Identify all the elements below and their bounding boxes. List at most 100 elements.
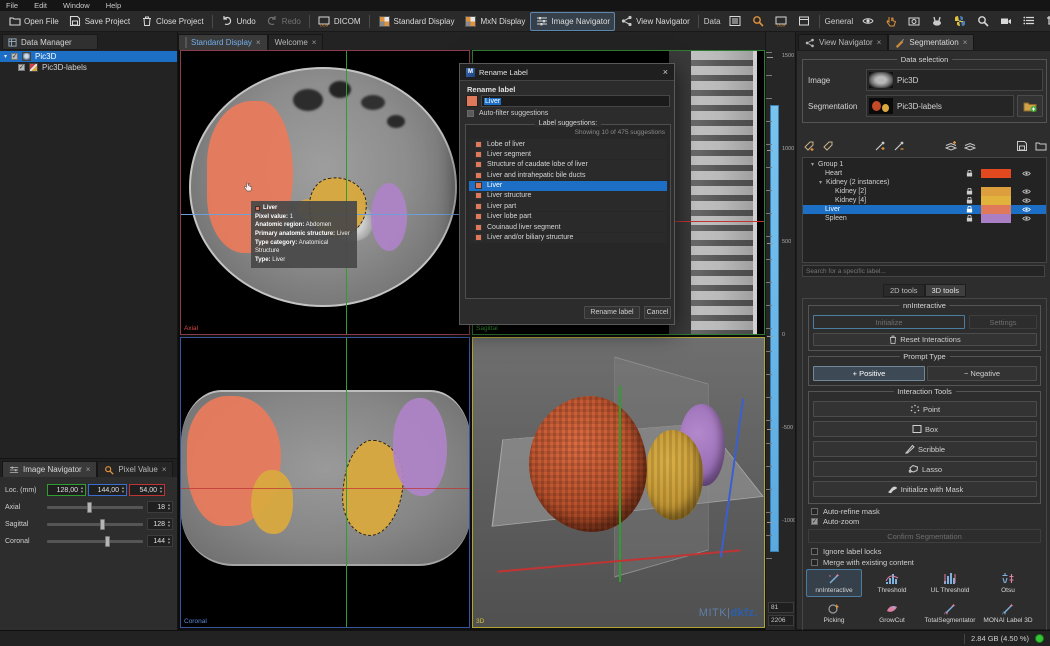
box-tool-button[interactable]: Box xyxy=(813,421,1037,437)
segmentation-selector[interactable]: Pic3D-labels xyxy=(866,95,1014,117)
merge-existing-checkbox[interactable] xyxy=(811,559,818,566)
save-project-button[interactable]: Save Project xyxy=(64,12,135,31)
tab-standard-display[interactable]: Standard Display × xyxy=(178,34,268,50)
sagittal-plane-line[interactable] xyxy=(346,338,347,628)
tab-segmentation[interactable]: Segmentation × xyxy=(888,34,974,50)
autofilter-checkbox[interactable] xyxy=(467,110,474,117)
close-tab-icon[interactable]: × xyxy=(312,38,317,47)
rename-input[interactable]: Liver xyxy=(481,95,670,107)
eye-icon[interactable] xyxy=(1022,170,1031,177)
data-dicom-button[interactable]: DCM xyxy=(770,12,793,31)
tab-image-navigator[interactable]: Image Navigator × xyxy=(2,461,97,477)
label-color-swatch[interactable] xyxy=(981,187,1011,196)
window-value[interactable]: 2206 xyxy=(768,615,794,626)
lock-icon[interactable] xyxy=(966,197,973,204)
reset-interactions-button[interactable]: Reset Interactions xyxy=(813,333,1037,346)
label-color-button[interactable] xyxy=(466,95,478,107)
close-tab-icon[interactable]: × xyxy=(162,465,167,474)
confirm-segmentation-button[interactable]: Confirm Segmentation xyxy=(808,529,1041,543)
lock-icon[interactable] xyxy=(966,188,973,195)
auto-zoom-row[interactable]: Auto-zoom xyxy=(811,517,859,526)
ignore-locks-row[interactable]: Ignore label locks xyxy=(811,547,881,556)
save-labels-icon[interactable] xyxy=(1015,139,1028,152)
label-color-swatch[interactable] xyxy=(981,169,1011,178)
tool-totalsegmentator[interactable]: AI TotalSegmentator xyxy=(922,599,978,627)
data-details-button[interactable] xyxy=(724,12,747,31)
close-tab-icon[interactable]: × xyxy=(963,38,968,47)
data-node-pic3d[interactable]: ▾ ✓ Pic3D xyxy=(0,51,177,62)
label-row-heart[interactable]: Heart xyxy=(803,169,1046,178)
close-tab-icon[interactable]: × xyxy=(256,38,261,47)
add-label-icon[interactable] xyxy=(802,139,815,152)
remove-label-icon[interactable] xyxy=(821,139,834,152)
loc-y-spinbox[interactable]: 144,00 xyxy=(88,484,127,496)
suggestion-item[interactable]: Liver and/or biliary structure xyxy=(469,233,667,243)
close-tab-icon[interactable]: × xyxy=(877,38,882,47)
coronal-slider[interactable] xyxy=(47,540,143,543)
standard-display-button[interactable]: Standard Display xyxy=(373,12,460,31)
data-node-pic3d-labels[interactable]: ✓ Pic3D-labels xyxy=(0,62,177,73)
label-row-kidney-4[interactable]: Kidney [4] xyxy=(803,196,1046,205)
sagittal-slider[interactable] xyxy=(47,523,143,526)
tool-threshold[interactable]: Threshold xyxy=(864,569,920,597)
close-project-button[interactable]: Close Project xyxy=(135,12,209,31)
lasso-tool-button[interactable]: Lasso xyxy=(813,461,1037,477)
data-window-button[interactable] xyxy=(793,12,816,31)
redo-button[interactable]: Redo xyxy=(261,12,306,31)
data-manager-tab[interactable]: Data Manager xyxy=(2,34,98,50)
eye-icon[interactable] xyxy=(1022,197,1031,204)
suggestion-item[interactable]: Liver segment xyxy=(469,149,667,159)
settings-button[interactable]: Settings xyxy=(969,315,1037,329)
axial-value-spinbox[interactable]: 18 xyxy=(147,501,173,513)
label-color-swatch[interactable] xyxy=(981,196,1011,205)
negative-prompt-button[interactable]: − Negative xyxy=(927,366,1037,381)
dicom-button[interactable]: DCM DICOM xyxy=(313,12,366,31)
tab-view-navigator[interactable]: View Navigator × xyxy=(798,34,888,50)
tab-welcome[interactable]: Welcome × xyxy=(268,34,324,50)
tool-growcut[interactable]: GrowCut xyxy=(864,599,920,627)
movie-maker-button[interactable] xyxy=(994,12,1017,31)
tool-ul-threshold[interactable]: UL Threshold xyxy=(922,569,978,597)
suggestion-item[interactable]: Lobe of liver xyxy=(469,139,667,149)
new-segmentation-button[interactable] xyxy=(1017,95,1043,117)
dialog-close-icon[interactable]: × xyxy=(663,67,668,77)
tab-pixel-value[interactable]: Pixel Value × xyxy=(97,461,173,477)
expander-icon[interactable]: ▾ xyxy=(811,161,814,168)
tool-nninteractive[interactable]: nnInteractive xyxy=(806,569,862,597)
cancel-button[interactable]: Cancel xyxy=(644,306,671,319)
sagittal-plane-line[interactable] xyxy=(346,51,347,335)
label-color-swatch[interactable] xyxy=(981,205,1011,214)
remove-label-instance-icon[interactable] xyxy=(892,139,905,152)
point-tool-button[interactable]: Point xyxy=(813,401,1037,417)
lock-icon[interactable] xyxy=(966,215,973,222)
auto-refine-row[interactable]: Auto-refine mask xyxy=(811,507,880,516)
python-console-button[interactable] xyxy=(948,12,971,31)
log-button[interactable] xyxy=(1017,12,1040,31)
suggestion-item[interactable]: Liver structure xyxy=(469,191,667,201)
ignore-locks-checkbox[interactable] xyxy=(811,548,818,555)
mxn-display-button[interactable]: MxN Display xyxy=(459,12,530,31)
menu-file[interactable]: File xyxy=(6,1,18,10)
screenshot-button[interactable] xyxy=(902,12,925,31)
menu-window[interactable]: Window xyxy=(63,1,90,10)
animation-button[interactable] xyxy=(925,12,948,31)
suggestion-item[interactable]: Structure of caudate lobe of liver xyxy=(469,160,667,170)
close-tab-icon[interactable]: × xyxy=(86,465,91,474)
scribble-tool-button[interactable]: Scribble xyxy=(813,441,1037,457)
axial-viewport[interactable]: Liver Pixel value: 1 Anatomic region: Ab… xyxy=(180,50,470,335)
rename-label-button[interactable]: Rename label xyxy=(584,306,640,319)
initialize-with-mask-button[interactable]: Initialize with Mask xyxy=(813,481,1037,497)
label-row-kidney-2[interactable]: Kidney [2] xyxy=(803,187,1046,196)
eye-icon[interactable] xyxy=(1022,215,1031,222)
loc-z-spinbox[interactable]: 54,00 xyxy=(129,484,165,496)
visibility-checkbox[interactable]: ✓ xyxy=(11,53,18,60)
coronal-viewport[interactable]: Coronal xyxy=(180,337,470,628)
label-row-spleen[interactable]: Spleen xyxy=(803,214,1046,223)
coronal-value-spinbox[interactable]: 144 xyxy=(147,535,173,547)
auto-refine-checkbox[interactable] xyxy=(811,508,818,515)
dialog-titlebar[interactable]: M Rename Label × xyxy=(460,64,674,81)
level-value[interactable]: 81 xyxy=(768,602,794,613)
lock-icon[interactable] xyxy=(966,206,973,213)
label-group-row[interactable]: ▾ Group 1 xyxy=(803,160,1046,169)
hand-interaction-button[interactable] xyxy=(879,12,902,31)
